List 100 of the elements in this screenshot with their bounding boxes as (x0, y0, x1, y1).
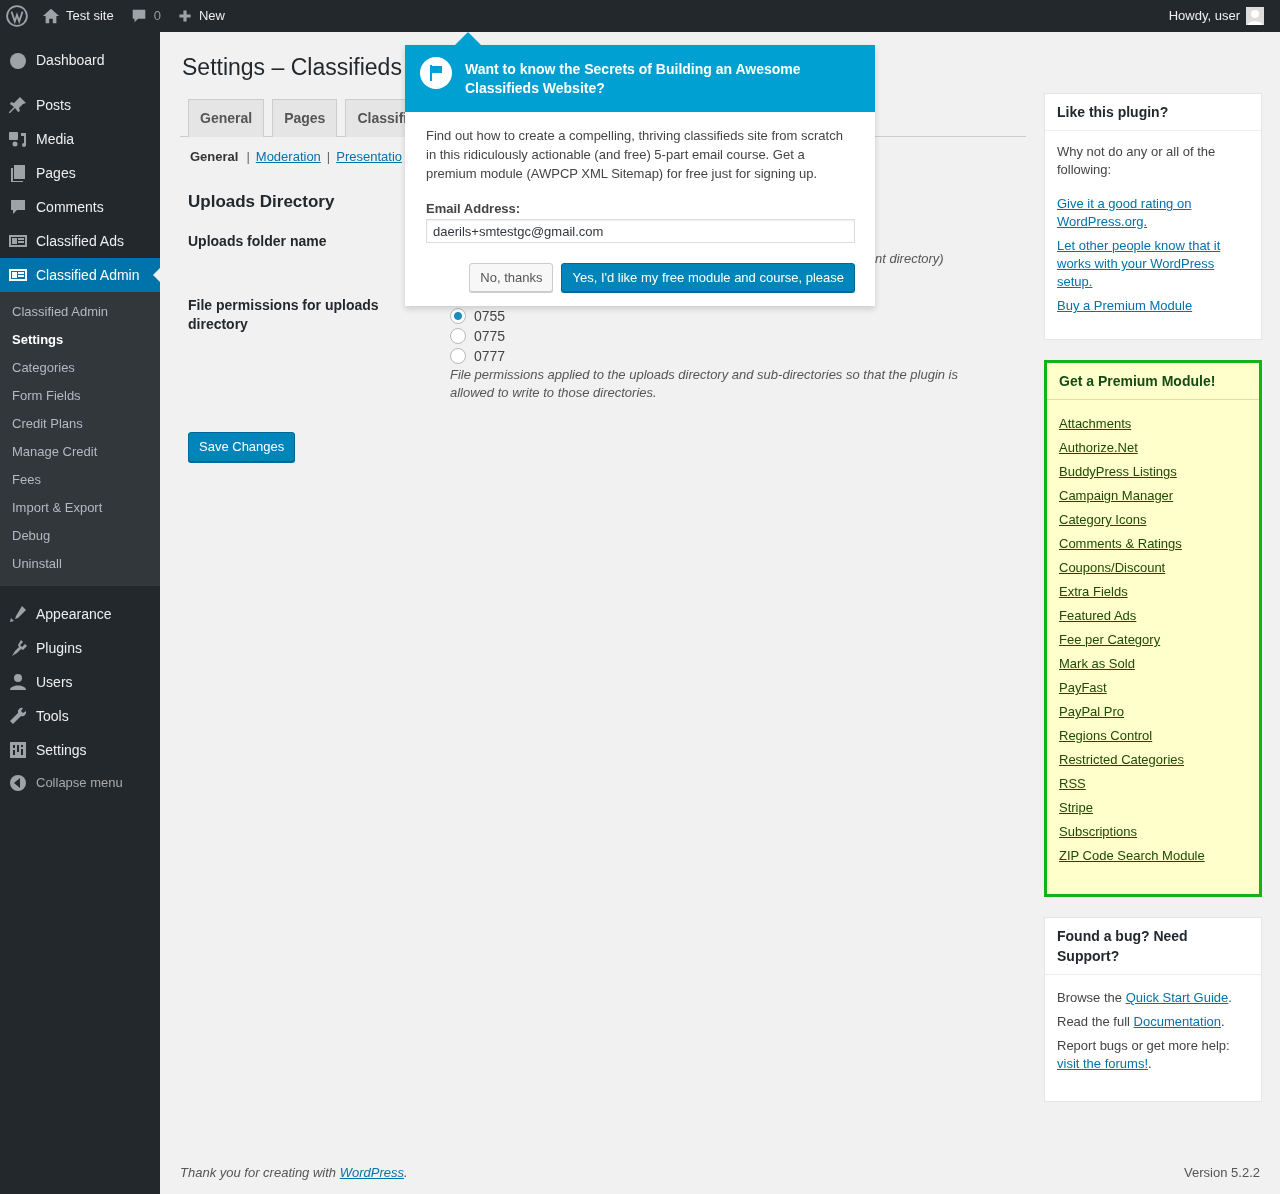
module-link[interactable]: Extra Fields (1059, 584, 1128, 599)
menu-item[interactable]: Classified Admin (0, 258, 160, 292)
submenu-item[interactable]: Credit Plans (0, 410, 160, 438)
support-text: Browse the (1057, 990, 1124, 1005)
menu-item[interactable]: Settings (0, 733, 160, 767)
radio-button[interactable] (450, 328, 466, 345)
radio-label: 0775 (474, 327, 506, 346)
module-link[interactable]: PayPal Pro (1059, 704, 1125, 719)
module-link[interactable]: RSS (1059, 776, 1086, 791)
module-link[interactable]: ZIP Code Search Module (1059, 848, 1205, 863)
save-changes-button[interactable]: Save Changes (188, 432, 296, 462)
radio-label: 0777 (474, 347, 506, 366)
box-link[interactable]: Let other people know that it works with your WordPress setup. (1057, 237, 1249, 291)
support-text: . (1228, 990, 1232, 1005)
comments-link[interactable]: 0 (121, 0, 169, 32)
separator-text: | (246, 147, 250, 166)
radio-label: 0755 (474, 307, 506, 326)
plus-icon (176, 8, 193, 24)
box-title: Found a bug? Need Support? (1045, 918, 1261, 975)
site-link[interactable]: Test site (34, 0, 122, 32)
module-link[interactable]: Comments & Ratings (1059, 536, 1182, 551)
settings-tab[interactable]: Pages (272, 98, 338, 137)
module-link[interactable]: BuddyPress Listings (1059, 464, 1177, 479)
module-link[interactable]: Category Icons (1059, 512, 1147, 527)
box-title: Get a Premium Module! (1047, 363, 1259, 400)
module-link[interactable]: Featured Ads (1059, 608, 1137, 623)
accept-button[interactable]: Yes, I'd like my free module and course, please (561, 263, 855, 292)
support-link[interactable]: visit the forums! (1057, 1056, 1149, 1071)
pages-icon (8, 163, 28, 183)
support-link[interactable]: Documentation (1133, 1014, 1222, 1029)
menu-item[interactable]: Posts (0, 88, 160, 122)
module-link[interactable]: Subscriptions (1059, 824, 1138, 839)
avatar-icon (1246, 7, 1264, 25)
new-link[interactable]: New (168, 0, 233, 32)
paintbrush-icon (8, 604, 28, 624)
submenu-item[interactable]: Manage Credit (0, 438, 160, 466)
module-link[interactable]: Regions Control (1059, 728, 1153, 743)
menu-item[interactable]: Comments (0, 190, 160, 224)
submenu-item[interactable]: Import & Export (0, 494, 160, 522)
box-link[interactable]: Buy a Premium Module (1057, 297, 1249, 315)
menu-item[interactable]: Media (0, 122, 160, 156)
module-link[interactable]: PayFast (1059, 680, 1107, 695)
person-icon (8, 672, 28, 692)
menu-item[interactable]: Pages (0, 156, 160, 190)
subsection-link[interactable]: Presentatio (336, 146, 402, 167)
subsection-link[interactable]: General (188, 146, 241, 167)
camera-music-icon (8, 129, 28, 149)
field-description: nt directory) (874, 250, 945, 269)
version-text: Version 5.2.2 (1184, 1163, 1260, 1182)
section-heading: Uploads Directory (188, 192, 335, 213)
submenu-item[interactable]: Settings (0, 326, 160, 354)
menu-item[interactable]: Classified Ads (0, 224, 160, 258)
menu-item[interactable]: Users (0, 665, 160, 699)
submenu-item[interactable]: Form Fields (0, 382, 160, 410)
speech-bubble-icon (8, 197, 28, 217)
module-link[interactable]: Restricted Categories (1059, 752, 1184, 767)
box-title: Like this plugin? (1045, 94, 1261, 131)
flag-icon (420, 57, 452, 89)
box-text: Why not do any or all of the following: (1057, 143, 1217, 179)
support-text: . (1148, 1056, 1152, 1071)
support-text: Read the full (1057, 1014, 1131, 1029)
submenu-item[interactable]: Fees (0, 466, 160, 494)
module-link[interactable]: Fee per Category (1059, 632, 1161, 647)
module-link[interactable]: Campaign Manager (1059, 488, 1174, 503)
module-link[interactable]: Attachments (1059, 416, 1132, 431)
menu-item[interactable]: Appearance (0, 597, 160, 631)
email-field[interactable]: daerils+smtestgc@gmail.com (426, 219, 855, 243)
field-label: File permissions for uploads directory (187, 296, 380, 335)
submenu-item[interactable]: Classified Admin (0, 298, 160, 326)
wordpress-logo-icon (6, 5, 28, 27)
support-text: . (1221, 1014, 1225, 1029)
menu-item[interactable]: Tools (0, 699, 160, 733)
wrench-icon (8, 706, 28, 726)
radio-button[interactable] (450, 348, 466, 365)
module-link[interactable]: Coupons/Discount (1059, 560, 1166, 575)
no-thanks-button[interactable]: No, thanks (469, 263, 554, 292)
collapse-menu-button[interactable]: Collapse menu (0, 767, 160, 799)
menu-item[interactable]: Dashboard (0, 43, 160, 77)
menu-item[interactable]: Plugins (0, 631, 160, 665)
module-link[interactable]: Stripe (1059, 800, 1093, 815)
submenu-item[interactable]: Debug (0, 522, 160, 550)
support-text: Report bugs or get more help: (1057, 1038, 1230, 1053)
submenu-item[interactable]: Categories (0, 354, 160, 382)
pushpin-icon (8, 95, 28, 115)
module-link[interactable]: Authorize.Net (1059, 440, 1138, 455)
footer-text: Thank you for creating with (180, 1164, 338, 1180)
box-link[interactable]: Give it a good rating on WordPress.org. (1057, 195, 1249, 231)
popup-text: Find out how to create a compelling, thriving classifieds site from scratch in this ridiculously actionable (and free) 5-part email course. Get a premium module (AWPCP XML Sitemap) for free just for signing up. (426, 127, 844, 183)
subsection-link[interactable]: Moderation (255, 146, 321, 167)
submenu-item[interactable]: Uninstall (0, 550, 160, 578)
popup-title: Want to know the Secrets of Building an Awesome Classifieds Website? (465, 60, 802, 98)
field-description: File permissions applied to the uploads directory and sub-directories so that the plugin is allowed to write to those directories. (450, 366, 959, 403)
separator-text: | (326, 147, 331, 166)
radio-button[interactable] (450, 308, 466, 325)
footer-text: . (404, 1164, 408, 1180)
account-link[interactable]: Howdy, user (1160, 0, 1272, 32)
sliders-icon (8, 740, 28, 760)
module-link[interactable]: Mark as Sold (1059, 656, 1135, 671)
footer-link[interactable]: WordPress (339, 1164, 404, 1180)
settings-tab[interactable]: General (188, 98, 265, 137)
